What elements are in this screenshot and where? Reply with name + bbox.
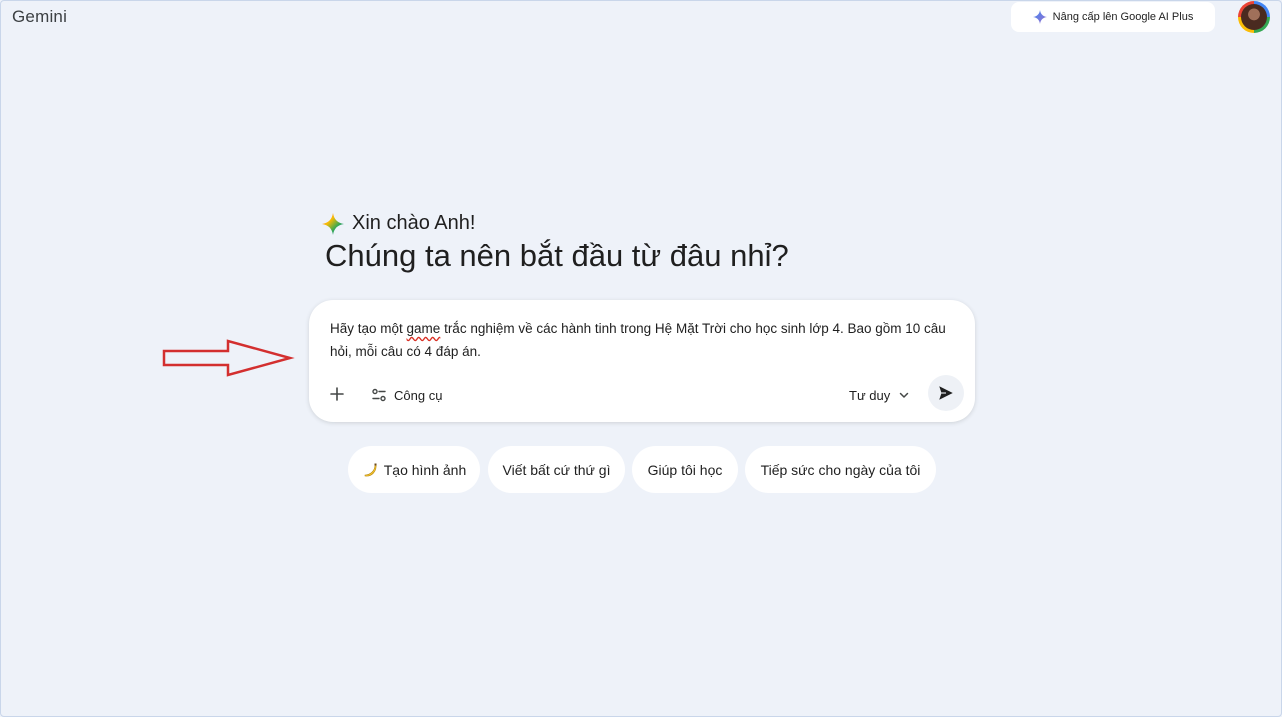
send-icon xyxy=(939,386,953,400)
page-headline: Chúng ta nên bắt đầu từ đâu nhỉ? xyxy=(325,238,789,273)
mode-selector[interactable]: Tư duy xyxy=(849,384,910,406)
prompt-text-part1: Hãy tạo một xyxy=(330,321,407,336)
mode-label: Tư duy xyxy=(849,387,891,403)
greeting-text: Xin chào Anh! xyxy=(352,212,476,234)
greeting: Xin chào Anh! xyxy=(322,212,475,235)
app-title[interactable]: Gemini xyxy=(12,7,67,27)
suggestion-write-anything[interactable]: Viết bất cứ thứ gì xyxy=(488,446,625,493)
sparkle-icon xyxy=(1032,10,1047,24)
prompt-box[interactable]: Hãy tạo một game trắc nghiệm về các hành… xyxy=(309,300,975,422)
chevron-down-icon xyxy=(899,392,909,398)
prompt-input[interactable]: Hãy tạo một game trắc nghiệm về các hành… xyxy=(330,317,955,363)
upgrade-label: Nâng cấp lên Google AI Plus xyxy=(1052,11,1194,23)
user-avatar[interactable] xyxy=(1238,1,1270,33)
annotation-arrow-icon xyxy=(162,339,295,377)
chip-label: Viết bất cứ thứ gì xyxy=(502,461,611,478)
suggestion-create-image[interactable]: Tạo hình ảnh xyxy=(348,446,480,493)
chip-label: Giúp tôi học xyxy=(647,461,723,478)
chip-label: Tiếp sức cho ngày của tôi xyxy=(760,461,921,478)
send-button[interactable] xyxy=(928,375,964,411)
tools-button[interactable]: Công cụ xyxy=(371,384,442,406)
plus-icon xyxy=(330,387,344,401)
upgrade-button[interactable]: Nâng cấp lên Google AI Plus xyxy=(1011,2,1215,32)
suggestion-help-me-learn[interactable]: Giúp tôi học xyxy=(632,446,738,493)
tools-label: Công cụ xyxy=(394,387,443,403)
suggestion-boost-my-day[interactable]: Tiếp sức cho ngày của tôi xyxy=(745,446,936,493)
gemini-sparkle-icon xyxy=(322,212,344,235)
banana-emoji-icon xyxy=(364,462,377,476)
add-button[interactable] xyxy=(325,382,349,406)
chip-label: Tạo hình ảnh xyxy=(383,461,467,478)
tools-icon xyxy=(372,388,386,402)
prompt-misspelled-word: game xyxy=(406,321,441,336)
avatar-photo xyxy=(1241,4,1267,30)
